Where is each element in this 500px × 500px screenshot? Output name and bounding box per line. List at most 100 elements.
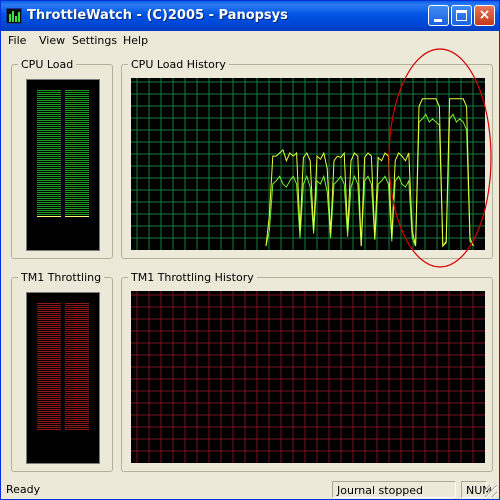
cpu-meter-segment (65, 164, 89, 165)
cpu-history-plot (131, 78, 485, 250)
tm1-meter-segment (65, 333, 89, 334)
status-bar: Ready Journal stopped NUM (1, 480, 499, 499)
tm1-meter-segment (37, 347, 61, 348)
tm1-meter-segment (37, 337, 61, 338)
menu-file[interactable]: File (8, 34, 26, 47)
cpu-meter-segment (65, 116, 89, 117)
tm1-meter-segment (37, 371, 61, 372)
tm1-meter-segment (37, 429, 61, 430)
tm1-meter-segment (37, 375, 61, 376)
tm1-meter-segment (37, 427, 61, 428)
cpu-meter-segment (65, 174, 89, 175)
cpu-meter-segment (37, 168, 61, 169)
tm1-meter-segment (65, 395, 89, 396)
tm1-meter-segment (65, 341, 89, 342)
tm1-meter-segment (37, 349, 61, 350)
cpu-meter-segment (37, 108, 61, 109)
tm1-meter-segment (65, 323, 89, 324)
resize-grip-icon[interactable] (485, 485, 497, 497)
tm1-meter-segment (65, 325, 89, 326)
cpu-meter-segment (37, 216, 61, 217)
cpu-meter-segment (65, 102, 89, 103)
cpu-meter-segment (65, 106, 89, 107)
tm1-meter-segment (37, 307, 61, 308)
cpu-meter-segment (37, 156, 61, 157)
cpu-meter-segment (65, 146, 89, 147)
cpu-meter-segment (65, 112, 89, 113)
tm1-meter-segment (37, 419, 61, 420)
cpu-meter-segment (65, 98, 89, 99)
cpu-meter-segment (65, 108, 89, 109)
tm1-history-group: TM1 Throttling History (121, 271, 493, 472)
tm1-meter-segment (37, 305, 61, 306)
cpu-meter-segment (37, 172, 61, 173)
tm1-meter-segment (37, 389, 61, 390)
cpu-meter-segment (65, 178, 89, 179)
minimize-button[interactable] (428, 5, 449, 26)
cpu-meter-segment (65, 144, 89, 145)
status-num: NUM (461, 481, 492, 498)
menu-view[interactable]: View (39, 34, 65, 47)
tm1-meter-segment (37, 309, 61, 310)
tm1-meter-segment (65, 385, 89, 386)
cpu-meter-segment (65, 104, 89, 105)
tm1-throttling-label: TM1 Throttling (18, 271, 105, 284)
cpu-meter-segment (37, 98, 61, 99)
tm1-meter-segment (37, 335, 61, 336)
cpu-meter-segment (37, 140, 61, 141)
tm1-meter-segment (65, 319, 89, 320)
tm1-throttling-group: TM1 Throttling 0% (11, 271, 113, 472)
tm1-throttling-meter: 0% (26, 292, 100, 464)
cpu-meter-segment (37, 190, 61, 191)
menu-settings[interactable]: Settings (72, 34, 117, 47)
cpu-meter-segment (37, 198, 61, 199)
cpu-meter-segment (65, 170, 89, 171)
cpu-meter-segment (65, 154, 89, 155)
minimize-icon (434, 19, 442, 22)
cpu-meter-segment (65, 126, 89, 127)
close-button[interactable]: × (474, 5, 495, 26)
cpu-meter-segment (37, 180, 61, 181)
maximize-button[interactable] (451, 5, 472, 26)
tm1-meter-segment (37, 303, 61, 304)
cpu-meter-segment (37, 158, 61, 159)
tm1-meter-segment (65, 339, 89, 340)
cpu-meter-segment (37, 132, 61, 133)
cpu-meter-segment (37, 100, 61, 101)
tm1-meter-segment (37, 407, 61, 408)
cpu-meter-segment (37, 152, 61, 153)
title-bar[interactable]: ThrottleWatch - (C)2005 - Panopsys × (1, 1, 499, 31)
tm1-meter-segment (37, 405, 61, 406)
tm1-throttling-percent: 0% (54, 445, 72, 458)
cpu-meter-segment (37, 164, 61, 165)
cpu-meter-segment (65, 150, 89, 151)
cpu-meter-segment (65, 140, 89, 141)
cpu-meter-segment (37, 178, 61, 179)
cpu-meter-segment (65, 158, 89, 159)
tm1-meter-segment (37, 387, 61, 388)
tm1-meter-segment (37, 413, 61, 414)
tm1-history-label: TM1 Throttling History (128, 271, 257, 284)
cpu-meter-segment (37, 182, 61, 183)
cpu-meter-segment (37, 116, 61, 117)
tm1-meter-segment (65, 329, 89, 330)
cpu-meter-segment (65, 194, 89, 195)
cpu-meter-segment (65, 148, 89, 149)
cpu-meter-segment (65, 128, 89, 129)
tm1-meter-segment (37, 319, 61, 320)
app-icon[interactable] (6, 8, 22, 24)
cpu-meter-segment (65, 90, 89, 91)
cpu-meter-segment (37, 114, 61, 115)
cpu-history-series-yellow (265, 98, 474, 248)
menu-help[interactable]: Help (123, 34, 148, 47)
tm1-meter-segment (65, 331, 89, 332)
cpu-meter-segment (37, 186, 61, 187)
tm1-meter-segment (65, 355, 89, 356)
cpu-meter-segment (65, 100, 89, 101)
tm1-meter-segment (65, 375, 89, 376)
tm1-meter-segment (37, 363, 61, 364)
tm1-meter-segment (37, 345, 61, 346)
tm1-meter-segment (37, 355, 61, 356)
tm1-meter-segment (65, 421, 89, 422)
tm1-meter-segment (65, 399, 89, 400)
